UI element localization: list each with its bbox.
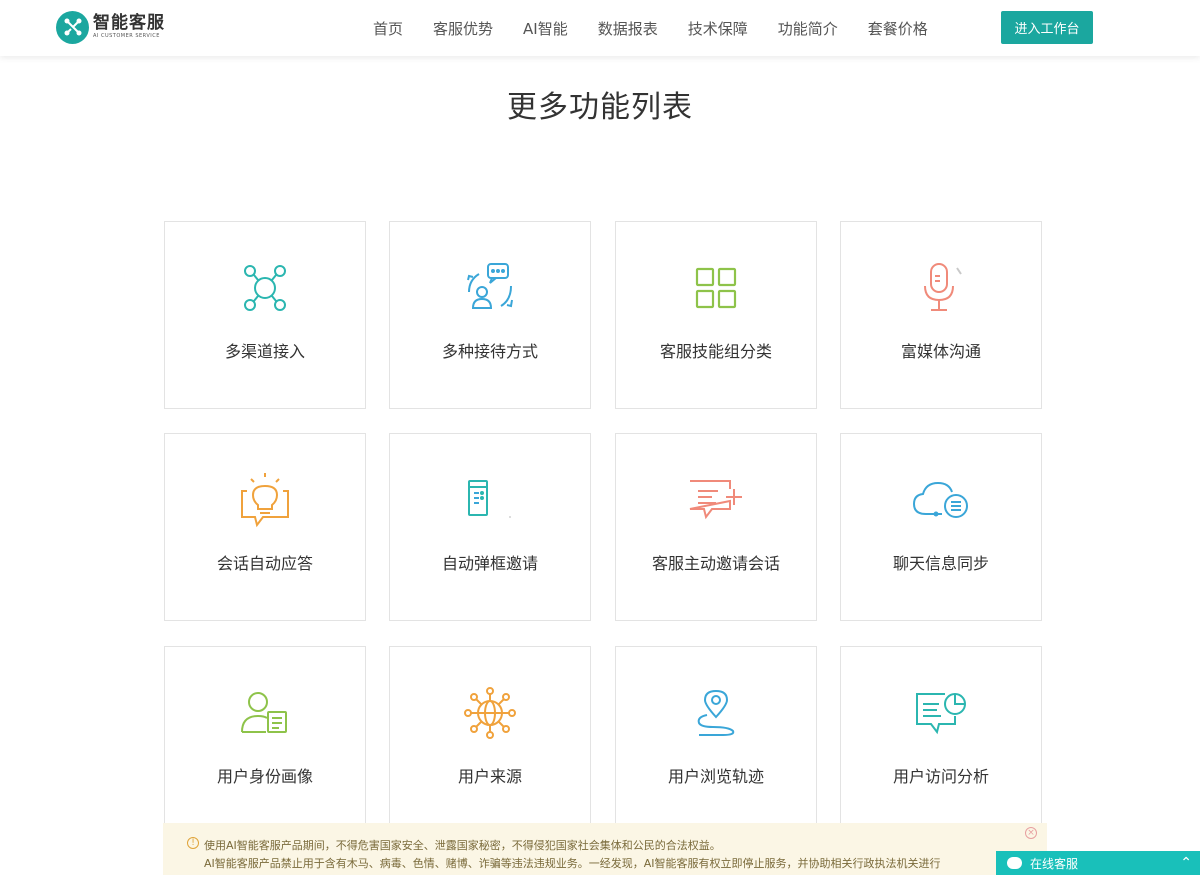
enter-workbench-button[interactable]: 进入工作台 [1001,11,1093,44]
nav-item-pricing[interactable]: 套餐价格 [868,18,928,39]
feature-label: 用户浏览轨迹 [667,767,764,786]
user-profile-card-icon [165,685,365,741]
chat-plus-icon [616,472,816,528]
warning-icon: ! [187,837,199,849]
feature-label: 富媒体沟通 [900,342,981,361]
logo-mark-icon [56,10,89,44]
brand-logo[interactable]: 智能客服 AI CUSTOMER SERVICE [56,10,165,44]
chat-widget-label: 在线客服 [1030,856,1079,871]
feature-label: 用户来源 [457,767,522,786]
feature-label: 客服技能组分类 [659,342,772,361]
cloud-sync-icon [841,472,1041,528]
feature-card-rich-media[interactable]: 富媒体沟通 [840,221,1042,409]
nav-item-advantages[interactable]: 客服优势 [433,18,493,39]
feature-card-skill-groups[interactable]: 客服技能组分类 [615,221,817,409]
popup-window-icon [390,472,590,528]
feature-card-user-profile[interactable]: 用户身份画像 [164,646,366,834]
brand-name: 智能客服 [93,13,165,33]
chevron-up-icon[interactable]: ⌃ [1180,855,1192,871]
microphone-icon [841,260,1041,316]
feature-label: 多渠道接入 [224,342,305,361]
feature-card-proactive-invite[interactable]: 客服主动邀请会话 [615,433,817,621]
feature-label: 聊天信息同步 [892,554,989,573]
notice-line-2: AI智能客服产品禁止用于含有木马、病毒、色情、赌博、诈骗等违法违规业务。一经发现… [204,857,941,870]
chart-chat-icon [841,685,1041,741]
grid-four-icon [616,260,816,316]
section-title: 更多功能列表 [507,90,693,125]
top-header: 智能客服 AI CUSTOMER SERVICE 首页 客服优势 AI智能 数据… [0,0,1200,56]
feature-card-chat-sync[interactable]: 聊天信息同步 [840,433,1042,621]
feature-card-auto-popup[interactable]: 自动弹框邀请 [389,433,591,621]
notice-line-1: 使用AI智能客服产品期间，不得危害国家安全、泄露国家秘密，不得侵犯国家社会集体和… [204,839,721,852]
feature-label: 客服主动邀请会话 [651,554,780,573]
globe-network-icon [390,685,590,741]
feature-card-auto-reply[interactable]: 会话自动应答 [164,433,366,621]
nav-item-tech[interactable]: 技术保障 [688,18,748,39]
reception-user-chat-icon [390,260,590,316]
feature-label: 用户访问分析 [892,767,989,786]
feature-card-user-source[interactable]: 用户来源 [389,646,591,834]
feature-label: 用户身份画像 [216,767,313,786]
feature-label: 多种接待方式 [441,342,538,361]
compliance-notice: ! 使用AI智能客服产品期间，不得危害国家安全、泄露国家秘密，不得侵犯国家社会集… [163,823,1047,875]
chat-bubble-icon [1007,857,1022,869]
feature-label: 自动弹框邀请 [441,554,538,573]
nav-item-home[interactable]: 首页 [373,18,403,39]
lightbulb-chat-icon [165,472,365,528]
main-nav: 首页 客服优势 AI智能 数据报表 技术保障 功能简介 套餐价格 [358,0,943,56]
feature-card-browse-path[interactable]: 用户浏览轨迹 [615,646,817,834]
close-icon[interactable]: × [1025,827,1037,839]
nav-item-features[interactable]: 功能简介 [778,18,838,39]
online-chat-widget[interactable]: 在线客服 ⌃ [996,851,1200,875]
nav-item-ai[interactable]: AI智能 [523,18,568,39]
feature-card-multichannel[interactable]: 多渠道接入 [164,221,366,409]
nav-item-reports[interactable]: 数据报表 [598,18,658,39]
feature-card-reception-modes[interactable]: 多种接待方式 [389,221,591,409]
feature-label: 会话自动应答 [216,554,313,573]
channels-network-icon [165,260,365,316]
location-path-icon [616,685,816,741]
feature-card-visit-analysis[interactable]: 用户访问分析 [840,646,1042,834]
brand-tagline: AI CUSTOMER SERVICE [93,33,160,39]
